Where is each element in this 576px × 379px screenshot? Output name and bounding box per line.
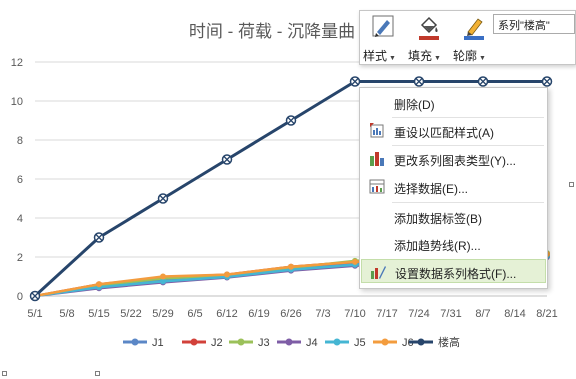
x-tick-label: 6/19: [248, 308, 269, 320]
y-tick-label: 10: [11, 96, 23, 108]
fill-color-swatch: [419, 36, 439, 40]
y-tick-label: 2: [17, 252, 23, 264]
menu-item-label: 更改系列图表类型(Y)...: [394, 154, 516, 168]
select-data-icon: [369, 179, 385, 194]
menu-separator: [392, 117, 544, 118]
style-button[interactable]: 样式 ▼: [363, 13, 403, 65]
resize-handle-bottom-middle[interactable]: [95, 371, 100, 376]
legend-marker-J2: [190, 338, 198, 346]
x-tick-label: 7/24: [408, 308, 429, 320]
x-tick-label: 5/8: [59, 308, 74, 320]
format-series-icon: [371, 266, 386, 279]
style-dropdown-arrow-icon: ▼: [389, 55, 396, 62]
resize-handle-right-middle[interactable]: [569, 182, 574, 187]
x-tick-label: 6/26: [280, 308, 301, 320]
reset-style-icon: [370, 123, 384, 138]
menu-item-label: 选择数据(E)...: [394, 182, 468, 196]
chart-element-selector[interactable]: 系列"楼高": [493, 14, 575, 34]
x-tick-label: 8/21: [536, 308, 557, 320]
paint-bucket-icon: [419, 16, 439, 40]
legend-label-J1[interactable]: J1: [152, 337, 164, 349]
menu-item-label: 添加趋势线(R)...: [394, 239, 481, 253]
menu-item-delete[interactable]: 删除(D): [361, 91, 546, 115]
menu-separator: [392, 202, 544, 203]
pencil-outline-icon: [464, 18, 484, 40]
x-tick-label: 8/7: [475, 308, 490, 320]
outline-color-swatch: [464, 36, 484, 40]
x-tick-label: 8/14: [504, 308, 525, 320]
data-point-J6[interactable]: [160, 273, 166, 280]
resize-handle-bottom-left[interactable]: [2, 371, 7, 376]
fill-label: 填充: [408, 49, 433, 63]
menu-item-label: 重设以匹配样式(A): [394, 126, 494, 140]
chart-title[interactable]: 时间 - 荷载 - 沉降量曲: [189, 22, 355, 41]
outline-label: 轮廓: [453, 49, 478, 63]
legend-label-J3[interactable]: J3: [258, 337, 270, 349]
data-point-J6[interactable]: [288, 263, 294, 270]
menu-item-add-data-labels[interactable]: 添加数据标签(B): [361, 205, 546, 229]
x-tick-label: 6/12: [216, 308, 237, 320]
change-chart-type-icon: [370, 152, 384, 166]
x-tick-label: 7/31: [440, 308, 461, 320]
legend-marker-J6: [381, 338, 389, 346]
menu-item-change-chart-type[interactable]: 更改系列图表类型(Y)...: [361, 147, 546, 171]
data-point-J6[interactable]: [352, 258, 358, 265]
x-tick-label: 5/29: [152, 308, 173, 320]
menu-item-format-data-series[interactable]: 设置数据系列格式(F)...: [361, 259, 546, 283]
legend-label-J4[interactable]: J4: [306, 337, 318, 349]
y-tick-label: 6: [17, 174, 23, 186]
x-tick-label: 5/1: [27, 308, 42, 320]
style-label: 样式: [363, 49, 388, 63]
menu-item-reset-style[interactable]: 重设以匹配样式(A): [361, 119, 546, 143]
menu-separator: [392, 145, 544, 146]
data-point-J6[interactable]: [96, 281, 102, 288]
y-tick-label: 8: [17, 135, 23, 147]
x-tick-label: 6/5: [187, 308, 202, 320]
x-tick-label: 5/22: [120, 308, 141, 320]
legend-label-J2[interactable]: J2: [211, 337, 223, 349]
menu-item-label: 添加数据标签(B): [394, 212, 482, 226]
y-tick-label: 4: [17, 213, 23, 225]
legend-marker-J3: [237, 338, 245, 346]
legend-marker-J4: [285, 338, 293, 346]
outline-button[interactable]: 轮廓 ▼: [453, 13, 493, 65]
format-mini-toolbar: 样式 ▼ 填充 ▼ 轮廓 ▼ 系列"楼高": [359, 10, 576, 65]
brush-style-icon: [372, 15, 394, 37]
fill-button[interactable]: 填充 ▼: [408, 13, 448, 65]
data-point-J6[interactable]: [224, 271, 230, 278]
legend-marker-楼高: [417, 338, 425, 346]
y-tick-label: 0: [17, 291, 23, 303]
legend-label-楼高[interactable]: 楼高: [438, 335, 460, 349]
x-tick-label: 7/3: [315, 308, 330, 320]
fill-dropdown-arrow-icon: ▼: [434, 55, 441, 62]
x-tick-label: 7/10: [344, 308, 365, 320]
legend-marker-J1: [131, 338, 139, 346]
legend-label-J5[interactable]: J5: [354, 337, 366, 349]
x-tick-label: 7/17: [376, 308, 397, 320]
menu-item-label: 设置数据系列格式(F)...: [395, 267, 517, 281]
menu-item-select-data[interactable]: 选择数据(E)...: [361, 175, 546, 199]
menu-item-label: 删除(D): [394, 98, 435, 112]
menu-item-add-trendline[interactable]: 添加趋势线(R)...: [361, 232, 546, 256]
y-tick-label: 12: [11, 57, 23, 69]
context-menu: 删除(D) 重设以匹配样式(A) 更改系列图表类型(Y)... 选择数据(E).…: [359, 87, 548, 289]
outline-dropdown-arrow-icon: ▼: [479, 55, 486, 62]
x-tick-label: 5/15: [88, 308, 109, 320]
legend-marker-J5: [333, 338, 341, 346]
